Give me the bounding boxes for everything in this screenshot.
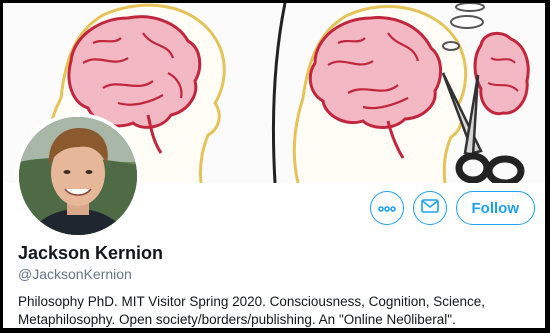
envelope-icon [420, 198, 439, 218]
more-options-button[interactable] [369, 191, 404, 225]
profile-actions: Follow [369, 191, 535, 225]
avatar[interactable] [15, 113, 141, 239]
profile-card: Follow Jackson Kernion @JacksonKernion P… [3, 3, 545, 328]
more-options-icon [377, 199, 396, 217]
profile-name: Jackson Kernion [18, 243, 164, 263]
profile-handle: @JacksonKernion [18, 266, 132, 282]
avatar-photo [19, 117, 137, 235]
profile-bio: Philosophy PhD. MIT Visitor Spring 2020.… [18, 294, 485, 327]
message-button[interactable] [412, 191, 447, 225]
follow-button[interactable]: Follow [455, 191, 535, 225]
